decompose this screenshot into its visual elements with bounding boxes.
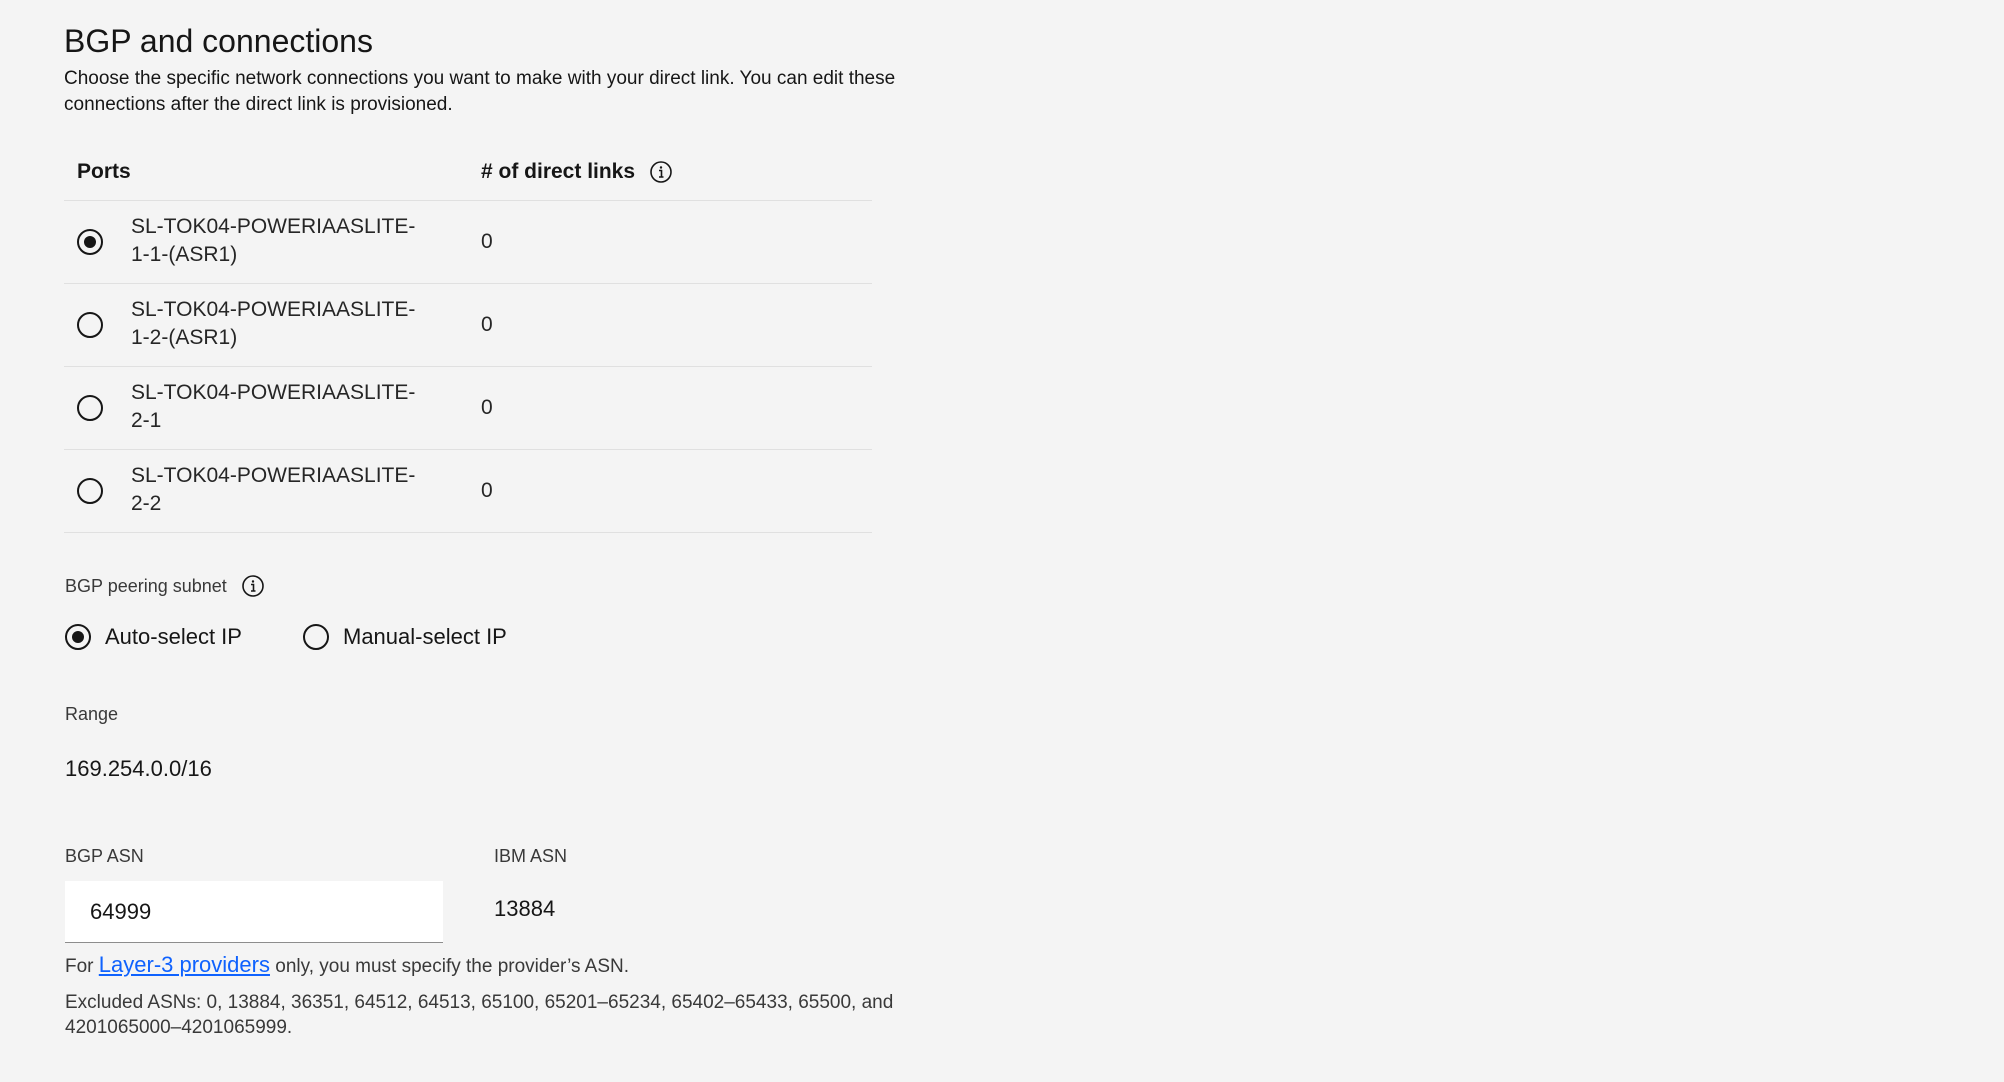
excluded-asns-text: Excluded ASNs: 0, 13884, 36351, 64512, 6… [65,992,894,1038]
manual-select-ip-option[interactable]: Manual-select IP [303,622,507,652]
bgp-peering-subnet-text: BGP peering subnet [65,575,227,596]
auto-select-ip-label: Auto-select IP [105,624,242,649]
table-row[interactable]: SL-TOK04-POWERIAASLITE-1-1-(ASR1) 0 [64,201,872,284]
asn-helper-prefix: For [65,956,99,977]
information-icon[interactable] [241,574,265,598]
asn-helper-text: For Layer-3 providers only, you must spe… [65,952,629,978]
auto-select-ip-option[interactable]: Auto-select IP [65,622,242,652]
information-icon[interactable] [649,160,673,184]
port-radio-button[interactable] [77,229,103,255]
range-label: Range [65,703,119,724]
asn-helper-suffix: only, you must specify the provider’s AS… [269,956,630,977]
bgp-asn-input[interactable] [65,881,443,943]
section-description: Choose the specific network connections … [64,68,896,115]
bgp-asn-label: BGP ASN [65,845,144,866]
table-header: Ports # of direct links [64,144,872,201]
port-name: SL-TOK04-POWERIAASLITE-2-1 [131,381,416,432]
direct-links-count: 0 [481,479,493,502]
bgp-peering-subnet-label: BGP peering subnet [65,572,265,600]
port-radio-button[interactable] [77,395,103,421]
ibm-asn-label: IBM ASN [494,845,568,866]
direct-links-count: 0 [481,230,493,253]
manual-select-ip-radio[interactable] [303,624,329,650]
port-name: SL-TOK04-POWERIAASLITE-1-2-(ASR1) [131,298,416,349]
range-value: 169.254.0.0/16 [65,756,212,781]
table-row[interactable]: SL-TOK04-POWERIAASLITE-2-2 0 [64,450,872,533]
column-header-direct-links-label: # of direct links [481,160,636,183]
auto-select-ip-radio[interactable] [65,624,91,650]
port-radio-button[interactable] [77,312,103,338]
manual-select-ip-label: Manual-select IP [343,624,507,649]
table-row[interactable]: SL-TOK04-POWERIAASLITE-1-2-(ASR1) 0 [64,284,872,367]
layer-3-providers-link[interactable]: Layer-3 providers [99,952,270,977]
ports-table: Ports # of direct links SL-TOK04-POWERIA… [64,144,872,533]
ibm-asn-value: 13884 [494,896,556,921]
table-row[interactable]: SL-TOK04-POWERIAASLITE-2-1 0 [64,367,872,450]
column-header-direct-links: # of direct links [481,144,673,200]
column-header-ports: Ports [77,160,131,183]
port-radio-button[interactable] [77,478,103,504]
port-name: SL-TOK04-POWERIAASLITE-1-1-(ASR1) [131,215,416,266]
section-title: BGP and connections [64,23,373,59]
direct-links-count: 0 [481,313,493,336]
direct-links-count: 0 [481,396,493,419]
port-name: SL-TOK04-POWERIAASLITE-2-2 [131,464,416,515]
